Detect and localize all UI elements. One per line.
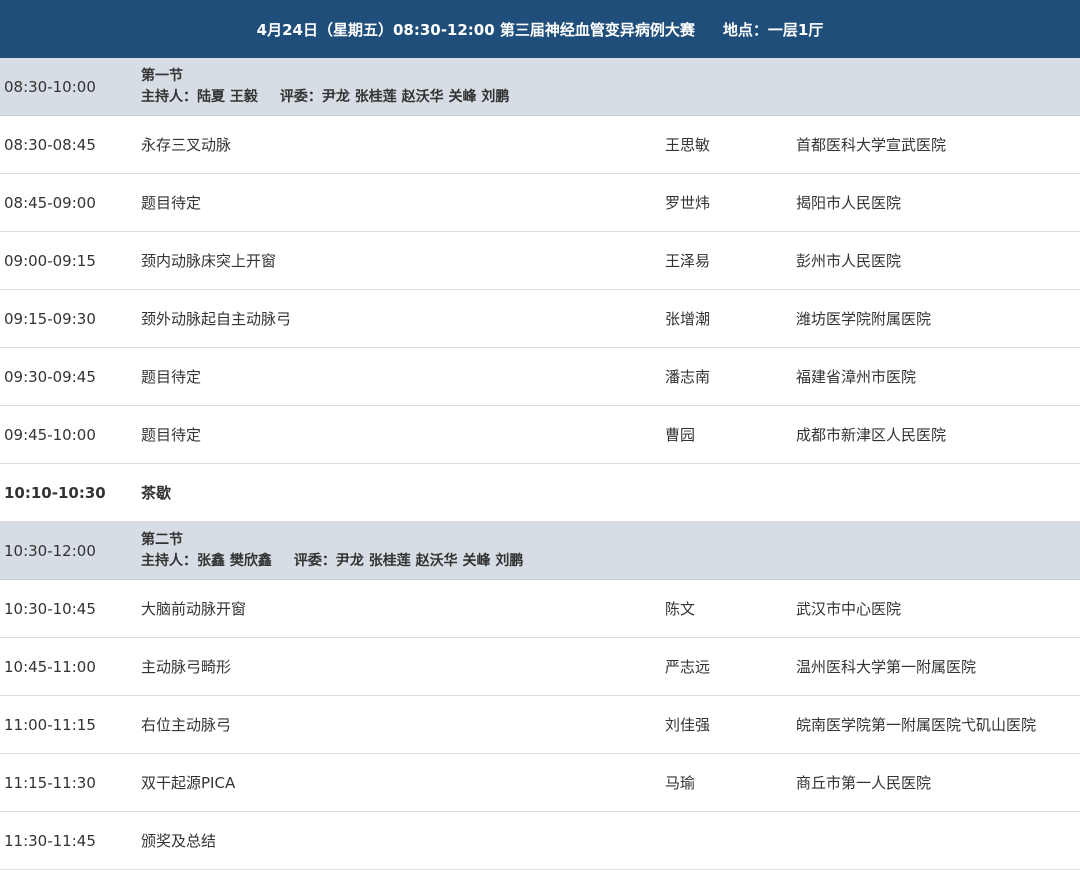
talk-title: 大脑前动脉开窗 bbox=[141, 600, 247, 618]
session-row: 08:30-10:00 第一节 主持人：陆夏 王毅 评委：尹龙 张桂莲 赵沃华 关… bbox=[0, 58, 1080, 116]
talk-speaker: 马瑜 bbox=[665, 774, 696, 792]
session-time: 08:30-10:00 bbox=[4, 77, 96, 96]
talk-hospital: 温州医科大学第一附属医院 bbox=[796, 658, 977, 676]
talk-title: 题目待定 bbox=[141, 194, 202, 212]
session-judges: 评委：尹龙 张桂莲 赵沃华 关峰 刘鹏 bbox=[279, 88, 510, 105]
session-hosts: 主持人：陆夏 王毅 bbox=[141, 88, 258, 105]
talk-speaker: 陈文 bbox=[665, 600, 696, 618]
talk-time: 10:45-11:00 bbox=[4, 657, 96, 676]
talk-speaker: 刘佳强 bbox=[665, 716, 711, 734]
talk-title: 颈外动脉起自主动脉弓 bbox=[141, 310, 292, 328]
session-info: 第二节 主持人：张鑫 樊欣鑫 评委：尹龙 张桂莲 赵沃华 关峰 刘鹏 bbox=[141, 530, 1080, 572]
talk-title: 右位主动脉弓 bbox=[141, 716, 232, 734]
talk-time: 11:00-11:15 bbox=[4, 715, 96, 734]
talk-row: 09:15-09:30 颈外动脉起自主动脉弓 张增潮 潍坊医学院附属医院 bbox=[0, 290, 1080, 348]
talk-hospital: 成都市新津区人民医院 bbox=[796, 426, 947, 444]
talk-time: 09:15-09:30 bbox=[4, 309, 96, 328]
session-name: 第一节 bbox=[141, 67, 183, 84]
talk-time: 09:00-09:15 bbox=[4, 251, 96, 270]
talk-row: 08:30-08:45 永存三叉动脉 王思敏 首都医科大学宣武医院 bbox=[0, 116, 1080, 174]
talk-row: 11:00-11:15 右位主动脉弓 刘佳强 皖南医学院第一附属医院弋矶山医院 bbox=[0, 696, 1080, 754]
talk-title: 永存三叉动脉 bbox=[141, 136, 232, 154]
talk-hospital: 彭州市人民医院 bbox=[796, 252, 902, 270]
break-label: 茶歇 bbox=[141, 484, 172, 502]
talk-row: 09:45-10:00 题目待定 曹园 成都市新津区人民医院 bbox=[0, 406, 1080, 464]
talk-speaker: 潘志南 bbox=[665, 368, 711, 386]
talk-hospital: 商丘市第一人民医院 bbox=[796, 774, 932, 792]
talk-title: 题目待定 bbox=[141, 368, 202, 386]
talk-row: 11:30-11:45 颁奖及总结 bbox=[0, 812, 1080, 870]
talk-hospital: 潍坊医学院附属医院 bbox=[796, 310, 932, 328]
talk-hospital: 武汉市中心医院 bbox=[796, 600, 902, 618]
talk-time: 09:45-10:00 bbox=[4, 425, 96, 444]
header-title: 4月24日（星期五）08:30-12:00 第三届神经血管变异病例大赛 bbox=[256, 20, 695, 39]
session-time: 10:30-12:00 bbox=[4, 541, 96, 560]
talk-row: 10:45-11:00 主动脉弓畸形 严志远 温州医科大学第一附属医院 bbox=[0, 638, 1080, 696]
talk-title: 颁奖及总结 bbox=[141, 832, 217, 850]
talk-time: 11:30-11:45 bbox=[4, 831, 96, 850]
talk-time: 08:30-08:45 bbox=[4, 135, 96, 154]
talk-hospital: 揭阳市人民医院 bbox=[796, 194, 902, 212]
talk-row: 08:45-09:00 题目待定 罗世炜 揭阳市人民医院 bbox=[0, 174, 1080, 232]
talk-speaker: 王思敏 bbox=[665, 136, 711, 154]
talk-hospital: 皖南医学院第一附属医院弋矶山医院 bbox=[796, 716, 1037, 734]
session-info: 第一节 主持人：陆夏 王毅 评委：尹龙 张桂莲 赵沃华 关峰 刘鹏 bbox=[141, 66, 1080, 108]
talk-speaker: 张增潮 bbox=[665, 310, 711, 328]
session-row: 10:30-12:00 第二节 主持人：张鑫 樊欣鑫 评委：尹龙 张桂莲 赵沃华 … bbox=[0, 522, 1080, 580]
talk-time: 11:15-11:30 bbox=[4, 773, 96, 792]
break-time: 10:10-10:30 bbox=[4, 483, 106, 502]
talk-row: 10:30-10:45 大脑前动脉开窗 陈文 武汉市中心医院 bbox=[0, 580, 1080, 638]
talk-hospital: 福建省漳州市医院 bbox=[796, 368, 917, 386]
talk-speaker: 罗世炜 bbox=[665, 194, 711, 212]
talk-time: 09:30-09:45 bbox=[4, 367, 96, 386]
header-location: 地点：一层1厅 bbox=[722, 20, 824, 39]
talk-title: 颈内动脉床突上开窗 bbox=[141, 252, 277, 270]
talk-title: 题目待定 bbox=[141, 426, 202, 444]
talk-time: 10:30-10:45 bbox=[4, 599, 96, 618]
schedule-table: 4月24日（星期五）08:30-12:00 第三届神经血管变异病例大赛 地点：一… bbox=[0, 0, 1080, 870]
talk-title: 主动脉弓畸形 bbox=[141, 658, 232, 676]
session-hosts: 主持人：张鑫 樊欣鑫 bbox=[141, 552, 272, 569]
break-row: 10:10-10:30 茶歇 bbox=[0, 464, 1080, 522]
talk-hospital: 首都医科大学宣武医院 bbox=[796, 136, 947, 154]
talk-speaker: 严志远 bbox=[665, 658, 711, 676]
talk-speaker: 王泽易 bbox=[665, 252, 711, 270]
talk-speaker: 曹园 bbox=[665, 426, 696, 444]
session-name: 第二节 bbox=[141, 531, 183, 548]
session-judges: 评委：尹龙 张桂莲 赵沃华 关峰 刘鹏 bbox=[293, 552, 524, 569]
talk-row: 09:30-09:45 题目待定 潘志南 福建省漳州市医院 bbox=[0, 348, 1080, 406]
talk-row: 11:15-11:30 双干起源PICA 马瑜 商丘市第一人民医院 bbox=[0, 754, 1080, 812]
talk-title: 双干起源PICA bbox=[141, 774, 236, 792]
talk-time: 08:45-09:00 bbox=[4, 193, 96, 212]
talk-row: 09:00-09:15 颈内动脉床突上开窗 王泽易 彭州市人民医院 bbox=[0, 232, 1080, 290]
schedule-header: 4月24日（星期五）08:30-12:00 第三届神经血管变异病例大赛 地点：一… bbox=[0, 0, 1080, 58]
